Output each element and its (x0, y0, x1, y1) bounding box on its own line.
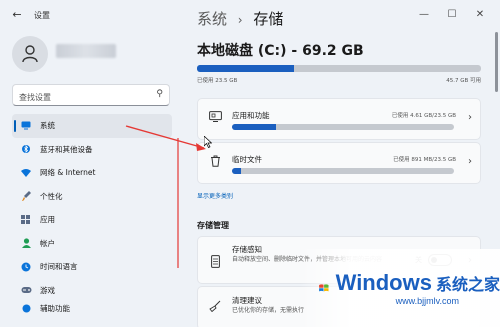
search-box[interactable]: ⚲ (12, 84, 170, 108)
mouse-cursor-icon (204, 136, 212, 148)
wifi-icon (12, 168, 40, 177)
sidebar-item-personalization[interactable]: 个性化 (12, 185, 172, 209)
accessibility-icon (12, 304, 40, 313)
apps-icon (12, 214, 40, 225)
sidebar-item-apps[interactable]: 应用 (12, 208, 172, 232)
watermark-cn: 系统之家 (435, 275, 500, 294)
person-icon (22, 45, 38, 63)
app-title: 设置 (34, 11, 50, 20)
account-icon (12, 238, 40, 249)
close-button[interactable]: ✕ (466, 6, 494, 24)
sidebar-item-accounts[interactable]: 帐户 (12, 232, 172, 256)
category-temp-files[interactable]: 临时文件 已使用 891 MB/23.5 GB › (197, 142, 481, 184)
category-size: 已使用 4.61 GB/23.5 GB (391, 113, 456, 119)
broom-icon (208, 299, 222, 313)
disk-used-label: 已使用 23.5 GB (197, 78, 238, 84)
cleanup-title: 清理建议 (232, 296, 262, 305)
sidebar-item-label: 应用 (40, 215, 55, 225)
watermark: Windows 系统之家 www.bjjmlv.com (300, 249, 500, 327)
chevron-right-icon: › (468, 112, 472, 123)
storage-sense-icon (208, 254, 222, 268)
globe-clock-icon (12, 262, 40, 272)
back-arrow-icon[interactable]: ← (10, 9, 24, 21)
sidebar-item-label: 时间和语言 (40, 262, 78, 272)
disk-title: 本地磁盘 (C:) - 69.2 GB (197, 43, 364, 59)
sidebar-item-bluetooth[interactable]: 蓝牙和其他设备 (12, 138, 172, 162)
category-usage-bar (232, 168, 454, 174)
breadcrumb-separator: › (237, 13, 243, 27)
minimize-button[interactable]: — (410, 6, 438, 24)
avatar[interactable] (12, 36, 48, 72)
category-title: 应用和功能 (232, 111, 270, 120)
storage-management-heading: 存储管理 (197, 221, 229, 230)
page-title: 存储 (253, 10, 284, 28)
user-name-redacted (56, 44, 116, 58)
breadcrumb: 系统 › 存储 (197, 8, 283, 29)
sidebar-nav: 系统 蓝牙和其他设备 网络 & Internet 个性化 应用 帐户 时间和语言… (12, 114, 172, 314)
category-title: 临时文件 (232, 155, 262, 164)
search-icon[interactable]: ⚲ (156, 89, 163, 99)
breadcrumb-parent[interactable]: 系统 (197, 10, 227, 28)
show-more-categories-link[interactable]: 显示更多类别 (197, 191, 233, 200)
trash-icon (208, 154, 222, 168)
sidebar-item-accessibility[interactable]: 辅助功能 (12, 302, 172, 314)
game-icon (12, 286, 40, 294)
sidebar-item-time-language[interactable]: 时间和语言 (12, 255, 172, 279)
category-usage-bar (232, 124, 454, 130)
sidebar-item-network[interactable]: 网络 & Internet (12, 161, 172, 185)
sidebar-item-gaming[interactable]: 游戏 (12, 279, 172, 303)
search-input[interactable] (13, 87, 143, 108)
sidebar-item-label: 系统 (40, 121, 55, 131)
sidebar-item-label: 网络 & Internet (40, 168, 96, 178)
window-controls: — ☐ ✕ (410, 6, 494, 24)
disk-usage-bar (197, 65, 481, 72)
disk-free-label: 45.7 GB 可用 (446, 78, 481, 84)
maximize-button[interactable]: ☐ (438, 6, 466, 24)
category-usage-fill (232, 168, 241, 174)
sidebar-item-label: 游戏 (40, 285, 55, 295)
sidebar-item-label: 个性化 (40, 191, 63, 201)
apps-features-icon (208, 110, 222, 124)
disk-usage-fill (197, 65, 294, 72)
active-indicator (14, 120, 16, 132)
category-size: 已使用 891 MB/23.5 GB (393, 157, 456, 163)
scrollbar-thumb[interactable] (495, 32, 498, 92)
chevron-right-icon: › (468, 156, 472, 167)
sidebar-item-label: 帐户 (40, 238, 55, 248)
category-usage-fill (232, 124, 277, 130)
watermark-text: Windows 系统之家 www.bjjmlv.com (336, 270, 500, 306)
watermark-url: www.bjjmlv.com (395, 296, 459, 306)
monitor-icon (12, 121, 40, 130)
sidebar-item-label: 辅助功能 (40, 303, 70, 313)
windows-logo-icon (319, 284, 329, 292)
category-apps-features[interactable]: 应用和功能 已使用 4.61 GB/23.5 GB › (197, 98, 481, 140)
storage-sense-title: 存储感知 (232, 245, 262, 254)
brush-icon (12, 191, 40, 202)
sidebar-item-label: 蓝牙和其他设备 (40, 144, 93, 154)
sidebar-item-system[interactable]: 系统 (12, 114, 172, 138)
bluetooth-icon (12, 144, 40, 154)
watermark-brand: Windows (335, 270, 432, 295)
